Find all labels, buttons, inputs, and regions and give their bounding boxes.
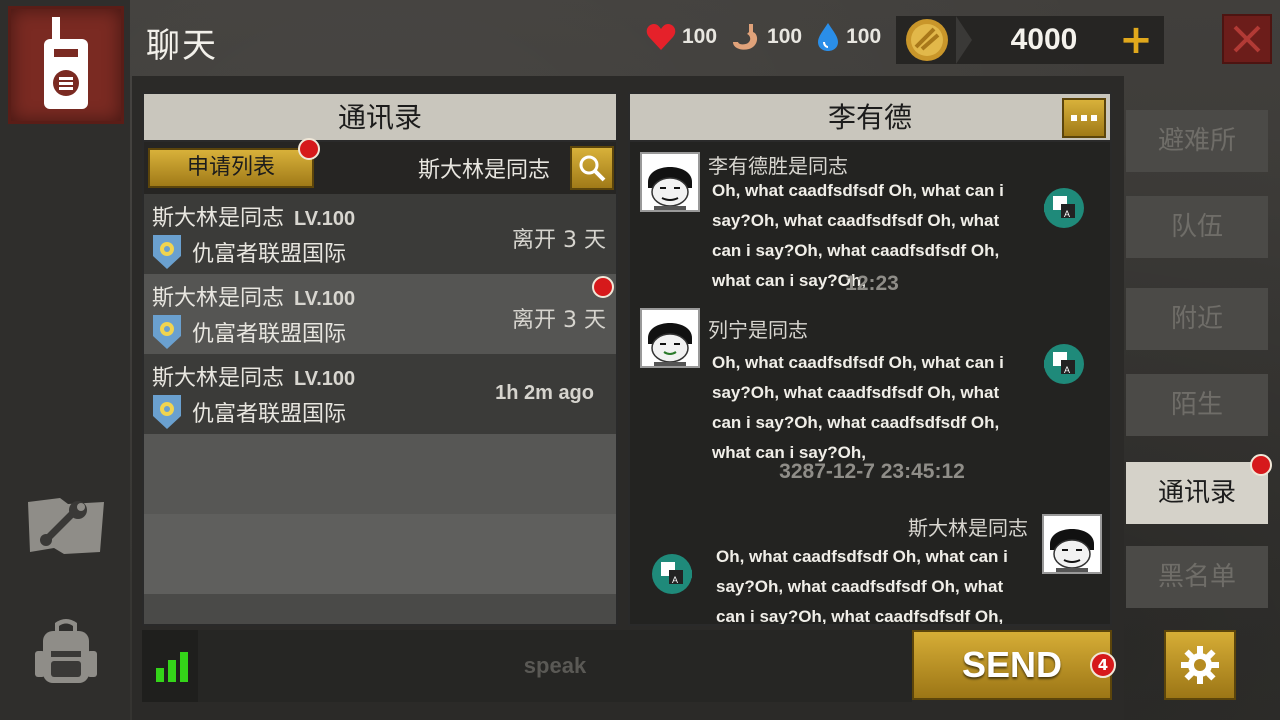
backpack-icon	[35, 619, 97, 683]
health-value: 100	[682, 25, 718, 48]
contact-row[interactable]: 斯大林是同志 LV.100 仇富者联盟国际 1h 2m ago	[144, 354, 616, 434]
contact-name: 斯大林是同志	[152, 206, 285, 231]
wrench-flag-icon	[28, 498, 104, 554]
add-coins-button[interactable]: +	[1116, 20, 1156, 60]
contact-name: 斯大林是同志	[152, 366, 285, 391]
contact-guild-line: 仇富者联盟国际	[152, 234, 346, 270]
contact-guild-line: 仇富者联盟国际	[152, 314, 346, 350]
search-button[interactable]	[570, 146, 614, 190]
water-drop-icon	[818, 23, 839, 51]
page-title: 聊天	[146, 26, 218, 66]
walkie-talkie-tab[interactable]	[8, 6, 124, 124]
meme-face-avatar	[642, 154, 698, 210]
crafting-tab[interactable]	[22, 486, 110, 566]
svg-text:A: A	[1064, 209, 1070, 219]
translate-icon[interactable]: A	[650, 552, 694, 596]
svg-text:A: A	[1064, 365, 1070, 375]
translate-icon[interactable]: A	[1042, 186, 1086, 230]
water-value: 100	[846, 25, 882, 48]
avatar[interactable]	[1042, 514, 1102, 574]
contact-guild: 仇富者联盟国际	[192, 242, 347, 267]
contacts-toolbar: 申请列表 斯大林是同志	[144, 138, 616, 194]
tab-shelter[interactable]: 避难所	[1126, 110, 1268, 172]
message-sender: 李有德胜是同志	[708, 154, 848, 178]
walkie-talkie-icon	[44, 17, 88, 109]
close-button[interactable]	[1222, 14, 1272, 64]
meme-face-avatar	[642, 310, 698, 366]
empty-row	[144, 434, 616, 514]
contact-guild-line: 仇富者联盟国际	[152, 394, 346, 430]
contact-name: 斯大林是同志	[152, 286, 285, 311]
coin-amount: 4000	[1010, 23, 1078, 56]
contact-name-line: 斯大林是同志 LV.100	[152, 200, 355, 232]
contact-level: LV.100	[294, 288, 356, 310]
send-count-badge: 4	[1090, 652, 1116, 678]
contacts-panel: 通讯录 申请列表 斯大林是同志 斯大林是同志 LV.100 仇富者联盟国际 离开 …	[142, 92, 618, 626]
chat-title: 李有德	[827, 101, 912, 134]
message-text: Oh, what caadfsdfsdf Oh, what can i say?…	[716, 547, 1008, 626]
message-sender: 斯大林是同志	[908, 516, 1028, 540]
currency-box: 4000 +	[896, 16, 1164, 64]
contact-status: 1h 2m ago	[495, 382, 594, 404]
timestamp: 3287-12-7 23:45:12	[779, 460, 965, 483]
translate-icon[interactable]: A	[1042, 342, 1086, 386]
guild-shield-icon	[153, 235, 181, 269]
timestamp: 12:23	[845, 272, 899, 295]
contact-row[interactable]: 斯大林是同志 LV.100 仇富者联盟国际 离开 3 天	[144, 274, 616, 354]
tab-blacklist[interactable]: 黑名单	[1126, 546, 1268, 608]
unread-dot	[592, 276, 614, 298]
contact-status: 离开 3 天	[512, 308, 606, 333]
signal-strength-icon	[156, 650, 188, 682]
more-options-button[interactable]	[1062, 98, 1106, 138]
tab-contacts[interactable]: 通讯录	[1126, 462, 1268, 524]
gear-icon	[1181, 646, 1219, 684]
gold-coin-icon	[906, 19, 948, 61]
svg-text:A: A	[672, 575, 678, 585]
contact-name-line: 斯大林是同志 LV.100	[152, 360, 355, 392]
hunger-stat: 100	[731, 22, 802, 52]
contact-row[interactable]: 斯大林是同志 LV.100 仇富者联盟国际 离开 3 天	[144, 194, 616, 274]
empty-row	[144, 514, 616, 594]
tab-strangers[interactable]: 陌生	[1126, 374, 1268, 436]
contacts-tab-notify-dot	[1250, 454, 1272, 476]
request-list-button[interactable]: 申请列表	[148, 148, 314, 188]
health-stat: 100	[646, 23, 717, 51]
contact-level: LV.100	[294, 208, 356, 230]
currency-divider	[956, 16, 972, 64]
chat-panel: 李有德 李有德胜是同志 Oh, what caadfsdfsdf Oh, wha…	[628, 92, 1112, 626]
heart-icon	[646, 24, 676, 50]
contact-name-line: 斯大林是同志 LV.100	[152, 280, 355, 312]
search-name: 斯大林是同志	[417, 158, 550, 183]
guild-shield-icon	[153, 395, 181, 429]
stomach-icon	[733, 24, 758, 50]
backpack-tab[interactable]	[22, 612, 110, 692]
hunger-value: 100	[767, 25, 803, 48]
send-button[interactable]: SEND	[912, 630, 1112, 700]
message-text: Oh, what caadfsdfsdf Oh, what can i say?…	[712, 353, 1004, 462]
message-sender: 列宁是同志	[708, 318, 808, 342]
contact-status: 离开 3 天	[512, 228, 606, 253]
tab-team[interactable]: 队伍	[1126, 196, 1268, 258]
close-icon	[1233, 25, 1261, 53]
search-icon	[579, 155, 606, 182]
water-stat: 100	[816, 22, 881, 52]
speak-input[interactable]: speak	[198, 630, 912, 702]
avatar[interactable]	[640, 152, 700, 212]
request-notify-dot	[298, 138, 320, 160]
guild-shield-icon	[153, 315, 181, 349]
player-stats: 100 100 100	[646, 22, 887, 52]
avatar[interactable]	[640, 308, 700, 368]
settings-button[interactable]	[1164, 630, 1236, 700]
contact-level: LV.100	[294, 368, 356, 390]
contacts-title: 通讯录	[144, 94, 616, 142]
contact-guild: 仇富者联盟国际	[192, 402, 347, 427]
meme-face-avatar	[1044, 516, 1100, 572]
tab-nearby[interactable]: 附近	[1126, 288, 1268, 350]
contact-guild: 仇富者联盟国际	[192, 322, 347, 347]
chat-header: 李有德	[630, 94, 1110, 142]
